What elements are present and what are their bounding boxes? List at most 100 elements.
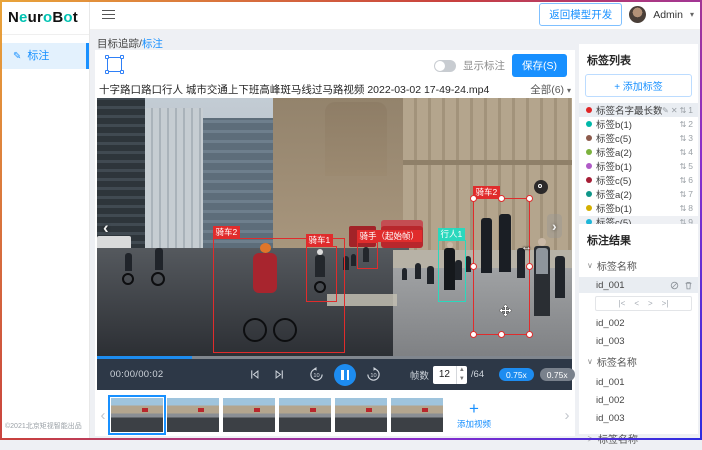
user-avatar[interactable] (629, 6, 646, 23)
video-thumbnail[interactable] (391, 398, 443, 432)
annotation-results-panel: 标注结果 ∨ 标签名称 id_001 |< < > >| id_002 id_0… (579, 224, 698, 434)
resize-handle-se[interactable] (526, 331, 533, 338)
skip-to-end-icon[interactable] (274, 369, 285, 380)
rewind-10-icon[interactable]: 10 (309, 367, 324, 382)
label-row[interactable]: 标签b(1) ⇅ 2 (579, 117, 698, 131)
move-cursor-icon (499, 304, 512, 317)
delete-icon[interactable]: ✕ (671, 106, 678, 115)
frame-down-icon[interactable]: ▼ (457, 375, 467, 384)
resize-handle-e[interactable] (526, 263, 533, 270)
save-button[interactable]: 保存(S) (512, 54, 567, 77)
svg-text:10: 10 (370, 373, 376, 379)
sidebar-item-label: 标注 (27, 50, 49, 62)
trash-icon[interactable] (684, 281, 693, 290)
result-item[interactable]: id_002 (579, 391, 698, 409)
show-annotation-label: 显示标注 (463, 58, 505, 73)
speed-pill-inactive[interactable]: 0.75x (540, 368, 575, 381)
filmstrip-next-icon[interactable]: › (559, 407, 575, 424)
label-color-dot (586, 163, 592, 169)
bbox-rider-startframe[interactable]: 骑手（起始帧） (357, 242, 378, 269)
add-video-button[interactable]: + 添加视频 (451, 396, 497, 434)
label-row[interactable]: 标签c(5) ⇅ 3 (579, 131, 698, 145)
label-row[interactable]: 标签a(2) ⇅ 4 (579, 145, 698, 159)
sort-icon[interactable]: ⇅ (680, 176, 687, 185)
result-group-header[interactable]: ∨ 标签名称 (579, 350, 698, 373)
hide-annotation-icon[interactable] (670, 281, 679, 290)
player-controls: 00:00/00:02 10 10 帧数 12 ▲▼ /64 (97, 359, 572, 390)
bbox-pedestrian1[interactable]: 行人1 (438, 240, 466, 302)
label-color-dot (586, 177, 592, 183)
breadcrumb: 目标追踪/标注 (97, 36, 163, 51)
resize-handle-ne[interactable] (526, 195, 533, 202)
video-title: 十字路口路口行人 城市交通上下班高峰斑马线过马路视频 2022-03-02 17… (99, 82, 489, 97)
result-item[interactable]: id_002 (579, 314, 698, 332)
resize-handle-s[interactable] (498, 331, 505, 338)
sort-icon[interactable]: ⇅ (680, 162, 687, 171)
sort-icon[interactable]: ⇅ (680, 134, 687, 143)
sort-icon[interactable]: ⇅ (680, 204, 687, 213)
label-row[interactable]: 标签c(5) ⇅ 6 (579, 173, 698, 187)
filmstrip-prev-icon[interactable]: ‹ (95, 407, 111, 424)
chevron-down-icon[interactable]: ▾ (690, 10, 694, 19)
label-row[interactable]: 标签b(1) ⇅ 5 (579, 159, 698, 173)
result-item[interactable]: id_003 (579, 409, 698, 427)
result-item-selected[interactable]: id_001 (579, 277, 698, 293)
pager-first-icon[interactable]: |< (619, 299, 626, 308)
resize-handle-w[interactable] (470, 263, 477, 270)
resize-handle-n[interactable] (498, 195, 505, 202)
sidebar: NeuroBot ✎标注 ©2021北京矩视智能出品 (0, 0, 90, 440)
resize-handle-sw[interactable] (470, 331, 477, 338)
forward-10-icon[interactable]: 10 (366, 367, 381, 382)
video-thumbnail-selected[interactable] (111, 398, 163, 432)
resize-handle-nw[interactable] (470, 195, 477, 202)
show-annotation-toggle[interactable] (434, 60, 456, 72)
label-row[interactable]: 标签b(1) ⇅ 8 (579, 201, 698, 215)
plus-icon: + (469, 401, 479, 416)
sort-icon[interactable]: ⇅ (680, 148, 687, 157)
toolbar: 显示标注 保存(S) (95, 50, 575, 80)
result-group-header[interactable]: ∨ 标签名称 (579, 254, 698, 277)
speed-pill-active[interactable]: 0.75x (499, 368, 534, 381)
bounding-box-tool-icon[interactable] (107, 57, 122, 72)
skip-to-start-icon[interactable] (249, 369, 260, 380)
app-logo: NeuroBot (0, 0, 89, 35)
sidebar-item-annotate[interactable]: ✎标注 (0, 43, 89, 69)
video-thumbnail[interactable] (335, 398, 387, 432)
sort-icon[interactable]: ⇅ (680, 120, 687, 129)
video-thumbnail[interactable] (223, 398, 275, 432)
edit-icon[interactable]: ✎ (662, 106, 669, 115)
label-color-dot (586, 149, 592, 155)
sort-icon[interactable]: ⇅ (680, 190, 687, 199)
result-item[interactable]: id_001 (579, 373, 698, 391)
frame-number-value[interactable]: 12 (433, 366, 456, 384)
breadcrumb-parent[interactable]: 目标追踪 (97, 38, 139, 50)
anchor-point-icon[interactable] (534, 180, 548, 194)
frame-total: /64 (471, 369, 484, 380)
result-group-header-collapsed[interactable]: ＞ 标签名称 (579, 427, 698, 450)
pause-button[interactable] (334, 364, 356, 386)
prev-frame-arrow-icon[interactable]: ‹ (103, 218, 109, 238)
back-to-model-dev-button[interactable]: 返回模型开发 (539, 3, 622, 26)
chevron-down-icon: ∨ (587, 261, 593, 270)
video-thumbnail[interactable] (279, 398, 331, 432)
sort-icon[interactable]: ⇅ (680, 106, 687, 115)
menu-collapse-icon[interactable] (102, 7, 115, 22)
bbox-rider1[interactable]: 骑车1 (306, 246, 337, 302)
frame-number-input[interactable]: 12 ▲▼ (433, 366, 467, 384)
label-row[interactable]: 标签名字最长数... ✎✕⇅ 1 (579, 103, 698, 117)
result-item[interactable]: id_003 (579, 332, 698, 350)
pager-next-icon[interactable]: > (648, 299, 653, 308)
label-list-title: 标签列表 (579, 44, 698, 74)
next-frame-arrow-icon[interactable]: › (547, 214, 562, 238)
filter-dropdown[interactable]: 全部(6) ▾ (530, 82, 571, 97)
video-thumbnail[interactable] (167, 398, 219, 432)
add-label-button[interactable]: + 添加标签 (585, 74, 692, 97)
label-color-dot (586, 205, 592, 211)
label-row[interactable]: 标签a(2) ⇅ 7 (579, 187, 698, 201)
frame-up-icon[interactable]: ▲ (457, 366, 467, 375)
user-name[interactable]: Admin (653, 9, 683, 21)
pager-prev-icon[interactable]: < (634, 299, 639, 308)
ew-resize-cursor-icon: ↔ (521, 241, 532, 253)
pager-last-icon[interactable]: >| (662, 299, 669, 308)
bbox-label: 骑车2 (213, 226, 241, 238)
